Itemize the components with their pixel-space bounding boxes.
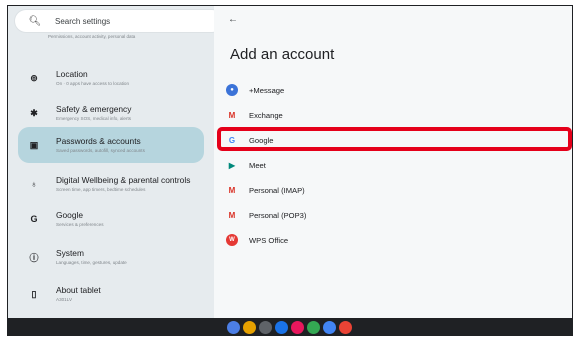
sidebar-item-about-tablet[interactable]: ▯ About tablet A301LV	[18, 277, 204, 311]
account-option-meet[interactable]: ▶ Meet	[226, 156, 266, 174]
sidebar-item-subtitle: Languages, time, gestures, update	[56, 260, 127, 265]
sidebar-item-subtitle: Saved passwords, autofill, synced accoun…	[56, 148, 145, 153]
account-option-personal-pop3[interactable]: M Personal (POP3)	[226, 206, 307, 224]
sidebar-item-digital-wellbeing[interactable]: ♁ Digital Wellbeing & parental controls …	[18, 167, 204, 201]
sidebar-item-subtitle: Services & preferences	[56, 222, 104, 227]
wellbeing-icon: ♁	[30, 179, 38, 189]
sidebar-item-subtitle: On · 0 apps have access to location	[56, 81, 130, 86]
sidebar-item-title: Location	[56, 69, 88, 79]
settings-sidebar: 🔍︎ Search settings Permissions, account …	[8, 6, 223, 318]
privacy-subtitle: Permissions, account activity, personal …	[48, 34, 136, 39]
account-option-wps-office[interactable]: W WPS Office	[226, 231, 288, 249]
app-icon[interactable]	[290, 320, 304, 334]
gmail-icon: M	[228, 110, 236, 120]
google-g-icon: G	[30, 214, 38, 224]
search-bar[interactable]: 🔍︎ Search settings	[15, 10, 223, 32]
meet-icon: ▶	[228, 160, 236, 170]
files-icon[interactable]	[322, 320, 336, 334]
sidebar-item-title: Safety & emergency	[56, 104, 132, 114]
sidebar-item-subtitle: Emergency SOS, medical info, alerts	[56, 116, 132, 121]
account-option-label: +Message	[249, 85, 285, 95]
sidebar-item-title: Google	[56, 210, 84, 220]
play-store-icon[interactable]	[338, 320, 352, 334]
sidebar-item-google[interactable]: G Google Services & preferences	[18, 202, 204, 236]
account-option-label: Exchange	[249, 110, 283, 120]
sidebar-item-safety[interactable]: ✱ Safety & emergency Emergency SOS, medi…	[18, 96, 204, 130]
asterisk-icon: ✱	[30, 107, 38, 118]
sidebar-item-subtitle: Screen time, app timers, bedtime schedul…	[56, 187, 146, 192]
account-option-label: Meet	[249, 160, 266, 170]
sidebar-item-system[interactable]: ⓘ System Languages, time, gestures, upda…	[18, 240, 204, 274]
arrow-back-icon[interactable]: ←	[228, 14, 238, 25]
location-icon: ⊚	[30, 72, 38, 83]
account-option-exchange[interactable]: M Exchange	[226, 106, 283, 124]
sidebar-item-title: Digital Wellbeing & parental controls	[56, 175, 191, 185]
photos-icon[interactable]	[306, 320, 320, 334]
sidebar-item-passwords-accounts[interactable]: ▣ Passwords & accounts Saved passwords, …	[18, 127, 204, 163]
sidebar-item-subtitle: A301LV	[56, 297, 73, 302]
settings-icon[interactable]	[274, 320, 288, 334]
account-option-label: Personal (IMAP)	[249, 185, 305, 195]
chrome-icon[interactable]	[242, 320, 256, 334]
page-title: Add an account	[230, 46, 335, 63]
sidebar-item-title: System	[56, 248, 84, 258]
camera-icon[interactable]	[258, 320, 272, 334]
gmail-icon: M	[228, 185, 236, 195]
account-option-label: Personal (POP3)	[249, 210, 307, 220]
account-option-personal-imap[interactable]: M Personal (IMAP)	[226, 181, 305, 199]
settings-screen: 🔍︎ Search settings Permissions, account …	[8, 6, 572, 318]
wps-office-icon: W	[226, 234, 238, 246]
sidebar-item-title: Passwords & accounts	[56, 136, 141, 146]
app-dock	[7, 318, 571, 336]
highlight-box	[217, 127, 572, 151]
search-icon: 🔍︎	[28, 15, 42, 27]
device-frame: 🔍︎ Search settings Permissions, account …	[7, 5, 573, 336]
account-option-label: WPS Office	[249, 235, 289, 245]
info-icon: ⓘ	[29, 252, 39, 263]
search-placeholder: Search settings	[55, 16, 111, 26]
add-account-pane: ← Add an account ● +Message M Exchange G…	[214, 6, 572, 318]
account-option-plus-message[interactable]: ● +Message	[226, 81, 284, 99]
plus-message-icon: ●	[226, 84, 238, 96]
accounts-icon: ▣	[29, 139, 39, 150]
gmail-icon: M	[228, 210, 236, 220]
sidebar-item-location[interactable]: ⊚ Location On · 0 apps have access to lo…	[18, 61, 204, 95]
assistant-icon[interactable]	[226, 320, 240, 334]
tablet-icon: ▯	[31, 288, 37, 299]
sidebar-item-title: About tablet	[56, 285, 101, 295]
